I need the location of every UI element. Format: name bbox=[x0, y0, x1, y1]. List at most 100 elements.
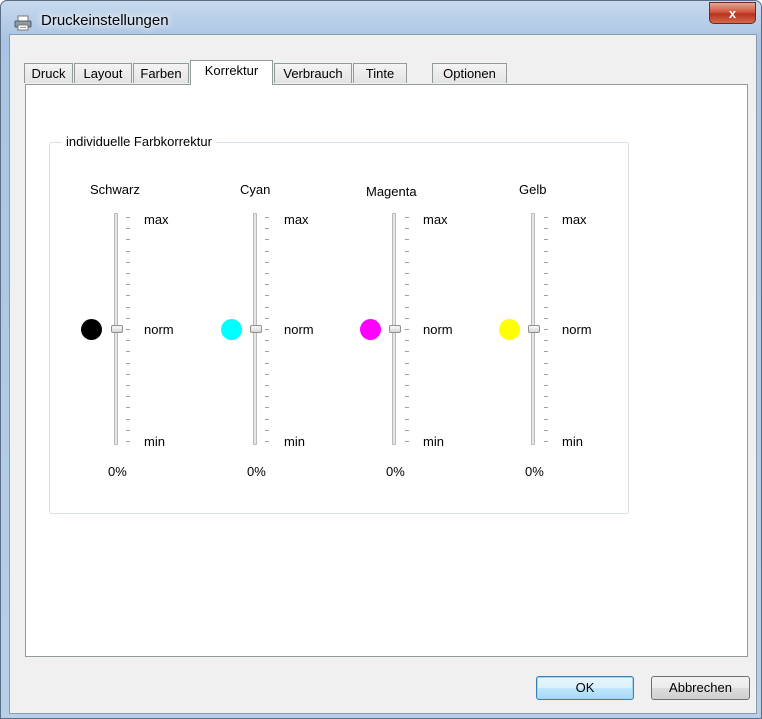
slider-tick bbox=[126, 340, 130, 341]
slider-tick bbox=[405, 396, 409, 397]
tab-korrektur[interactable]: Korrektur bbox=[190, 60, 273, 85]
slider-tick bbox=[126, 262, 130, 263]
ok-button[interactable]: OK bbox=[536, 676, 634, 700]
slider-tick bbox=[265, 217, 269, 218]
slider-tick bbox=[265, 363, 269, 364]
channel-label-magenta: Magenta bbox=[366, 184, 417, 199]
close-icon: x bbox=[728, 5, 737, 21]
label-min-cyan: min bbox=[284, 434, 305, 449]
slider-tick bbox=[126, 374, 130, 375]
slider-tick bbox=[265, 251, 269, 252]
slider-tick bbox=[544, 374, 548, 375]
slider-tick bbox=[544, 318, 548, 319]
tab-optionen[interactable]: Optionen bbox=[432, 63, 507, 83]
slider-tick bbox=[544, 407, 548, 408]
slider-tick bbox=[405, 262, 409, 263]
slider-tick bbox=[265, 239, 269, 240]
slider-tick bbox=[126, 407, 130, 408]
label-max-gelb: max bbox=[562, 212, 587, 227]
slider-tick bbox=[265, 262, 269, 263]
slider-thumb-cyan[interactable] bbox=[250, 325, 262, 333]
color-correction-group: individuelle Farbkorrektur Schwarz max n… bbox=[49, 134, 629, 514]
slider-tick bbox=[126, 441, 130, 442]
channel-label-gelb: Gelb bbox=[519, 182, 547, 197]
slider-tick bbox=[544, 262, 548, 263]
cyan-swatch-icon bbox=[221, 319, 242, 340]
label-norm-schwarz: norm bbox=[144, 322, 174, 337]
tab-layout[interactable]: Layout bbox=[74, 63, 132, 83]
slider-tick bbox=[544, 217, 548, 218]
slider-tick bbox=[544, 251, 548, 252]
printer-icon bbox=[14, 15, 32, 31]
schwarz-swatch-icon bbox=[81, 319, 102, 340]
gelb-swatch-icon bbox=[499, 319, 520, 340]
slider-tick bbox=[544, 363, 548, 364]
slider-tick bbox=[405, 430, 409, 431]
close-button[interactable]: x bbox=[709, 2, 756, 24]
slider-tick bbox=[265, 430, 269, 431]
slider-tick bbox=[126, 284, 130, 285]
tab-farben[interactable]: Farben bbox=[133, 63, 189, 83]
slider-tick bbox=[126, 385, 130, 386]
slider-tick bbox=[265, 329, 269, 330]
label-min-magenta: min bbox=[423, 434, 444, 449]
slider-tick bbox=[265, 351, 269, 352]
slider-thumb-magenta[interactable] bbox=[389, 325, 401, 333]
slider-tick bbox=[126, 217, 130, 218]
slider-tick bbox=[265, 284, 269, 285]
slider-tick bbox=[126, 351, 130, 352]
value-gelb: 0% bbox=[525, 464, 544, 479]
slider-tick bbox=[126, 363, 130, 364]
slider-tick bbox=[126, 307, 130, 308]
slider-tick bbox=[126, 251, 130, 252]
group-title: individuelle Farbkorrektur bbox=[62, 134, 216, 149]
label-norm-gelb: norm bbox=[562, 322, 592, 337]
value-schwarz: 0% bbox=[108, 464, 127, 479]
label-min-gelb: min bbox=[562, 434, 583, 449]
slider-tick bbox=[405, 284, 409, 285]
slider-tick bbox=[544, 340, 548, 341]
slider-tick bbox=[265, 273, 269, 274]
slider-tick bbox=[405, 318, 409, 319]
slider-ticks-gelb bbox=[544, 213, 548, 445]
slider-tick bbox=[405, 407, 409, 408]
slider-tick bbox=[544, 307, 548, 308]
slider-tick bbox=[405, 374, 409, 375]
slider-tick bbox=[265, 407, 269, 408]
slider-tick bbox=[544, 385, 548, 386]
label-norm-cyan: norm bbox=[284, 322, 314, 337]
slider-tick bbox=[405, 307, 409, 308]
slider-tick bbox=[405, 351, 409, 352]
slider-thumb-schwarz[interactable] bbox=[111, 325, 123, 333]
dialog-client-area: Druck Layout Farben Korrektur Verbrauch … bbox=[9, 34, 757, 714]
slider-tick bbox=[405, 363, 409, 364]
slider-tick bbox=[544, 228, 548, 229]
slider-thumb-gelb[interactable] bbox=[528, 325, 540, 333]
slider-tick bbox=[126, 295, 130, 296]
tab-tinte[interactable]: Tinte bbox=[353, 63, 407, 83]
slider-tick bbox=[265, 318, 269, 319]
slider-tick bbox=[544, 329, 548, 330]
tab-druck[interactable]: Druck bbox=[24, 63, 73, 83]
slider-tick bbox=[405, 217, 409, 218]
slider-tick bbox=[405, 441, 409, 442]
slider-ticks-cyan bbox=[265, 213, 269, 445]
slider-tick bbox=[405, 251, 409, 252]
dialog-window: Druckeinstellungen x Druck Layout Farben… bbox=[0, 0, 762, 719]
slider-tick bbox=[265, 385, 269, 386]
slider-tick bbox=[405, 228, 409, 229]
slider-tick bbox=[265, 307, 269, 308]
cancel-button[interactable]: Abbrechen bbox=[651, 676, 750, 700]
magenta-swatch-icon bbox=[360, 319, 381, 340]
slider-tick bbox=[265, 374, 269, 375]
slider-tick bbox=[405, 273, 409, 274]
label-norm-magenta: norm bbox=[423, 322, 453, 337]
label-min-schwarz: min bbox=[144, 434, 165, 449]
slider-tick bbox=[126, 318, 130, 319]
channel-label-cyan: Cyan bbox=[240, 182, 271, 197]
value-magenta: 0% bbox=[386, 464, 405, 479]
tab-verbrauch[interactable]: Verbrauch bbox=[274, 63, 352, 83]
slider-tick bbox=[265, 419, 269, 420]
label-max-schwarz: max bbox=[144, 212, 169, 227]
slider-ticks-magenta bbox=[405, 213, 409, 445]
